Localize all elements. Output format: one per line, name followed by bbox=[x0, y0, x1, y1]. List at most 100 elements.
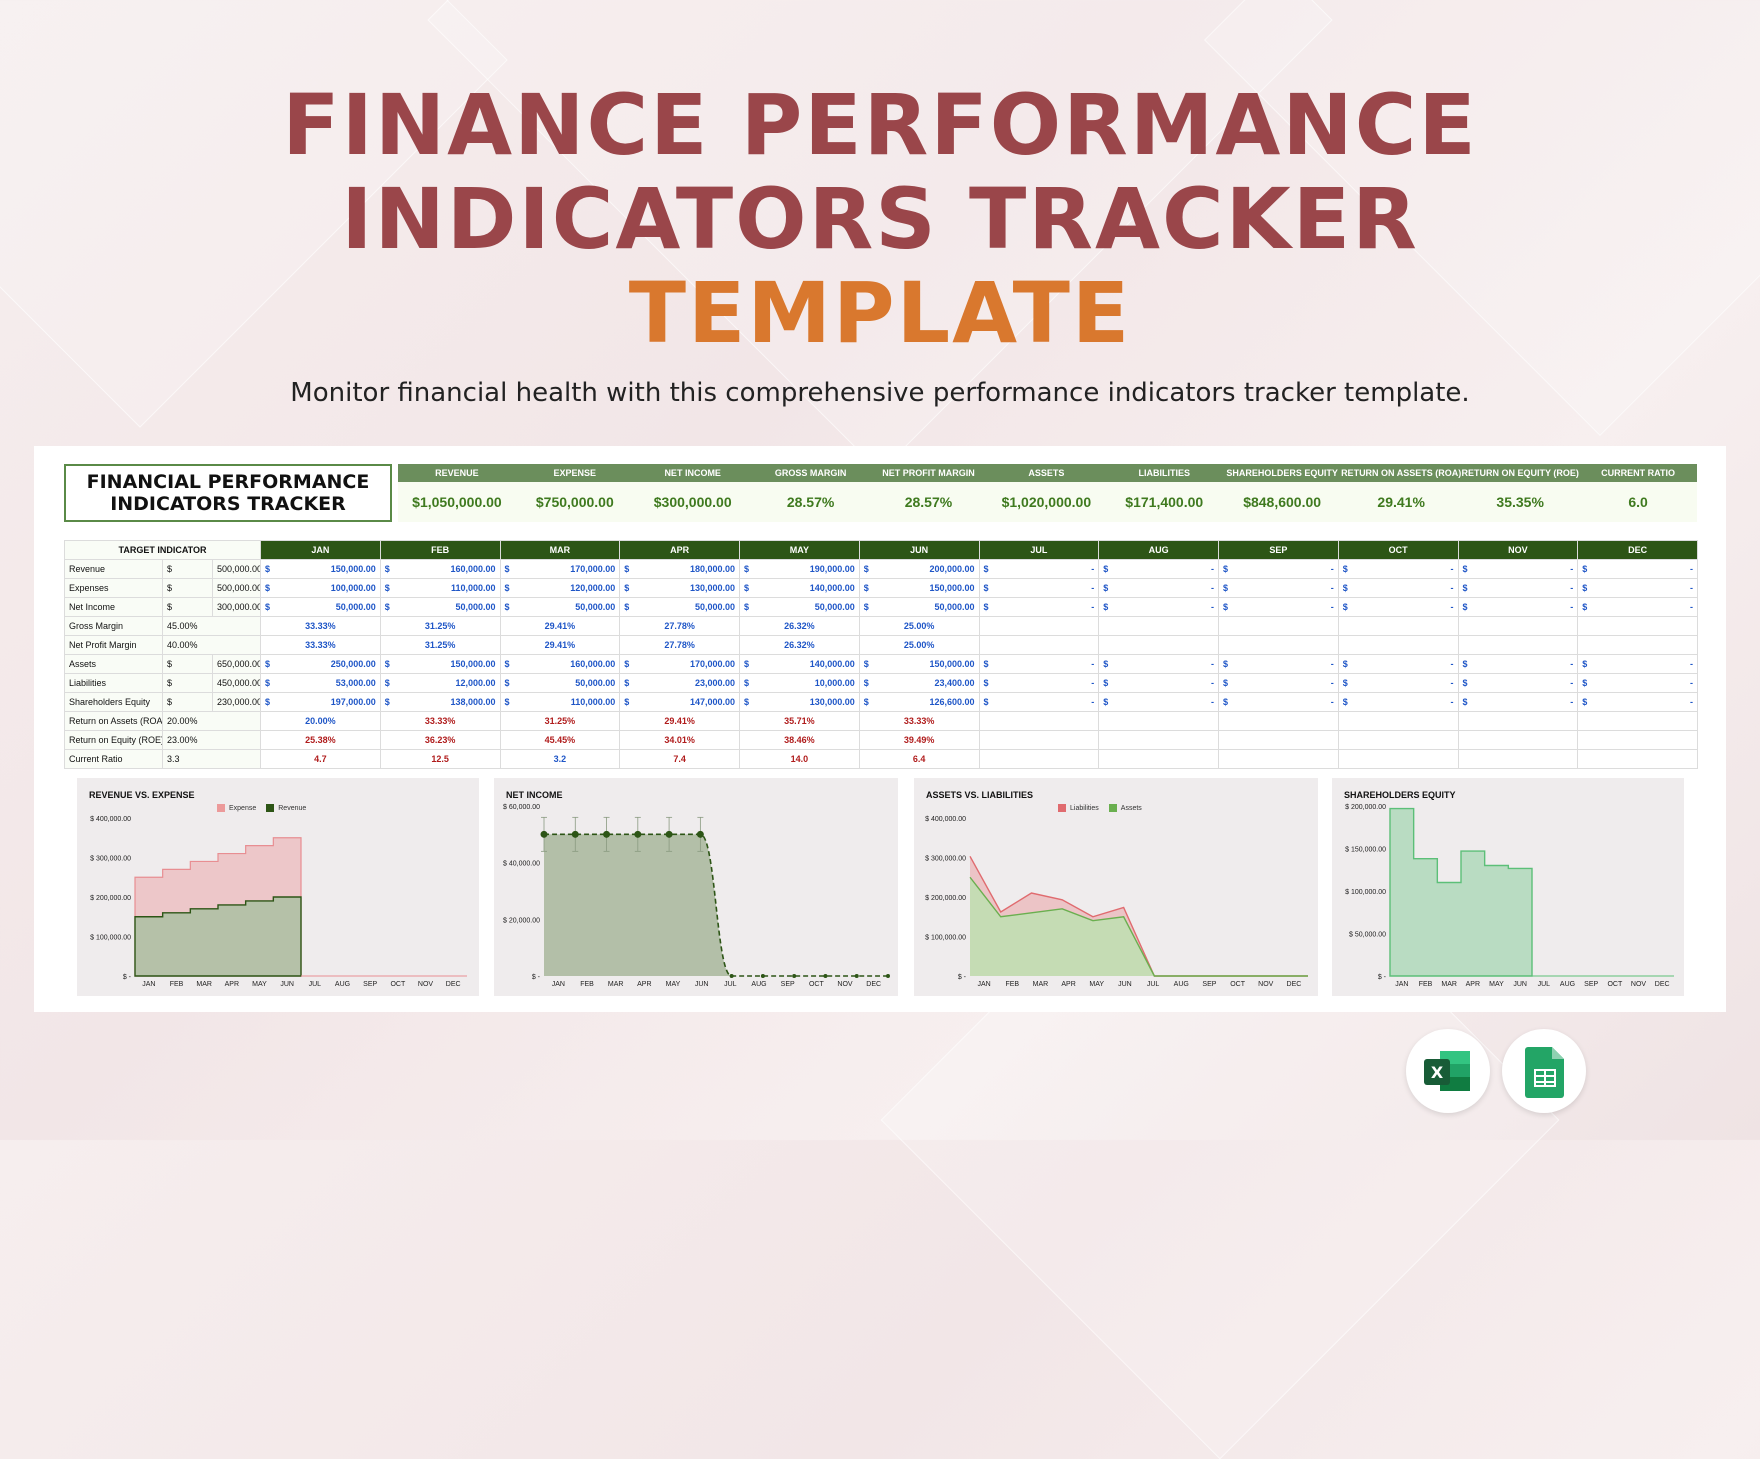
month-cell[interactable] bbox=[1098, 749, 1220, 769]
month-cell[interactable] bbox=[1337, 730, 1459, 750]
month-cell[interactable]: $130,000.00 bbox=[619, 578, 741, 598]
month-cell[interactable]: $ - bbox=[978, 692, 1100, 712]
month-cell[interactable]: $110,000.00 bbox=[499, 692, 621, 712]
month-cell[interactable]: $ - bbox=[978, 559, 1100, 579]
month-cell[interactable]: 29.41% bbox=[499, 635, 621, 655]
month-cell[interactable]: 33.33% bbox=[260, 616, 381, 636]
month-cell[interactable]: $50,000.00 bbox=[619, 597, 741, 617]
month-cell[interactable]: $12,000.00 bbox=[379, 673, 501, 693]
month-cell[interactable]: $ - bbox=[978, 578, 1100, 598]
month-cell[interactable]: 14.0 bbox=[739, 749, 860, 769]
month-cell[interactable]: $ - bbox=[1457, 559, 1579, 579]
month-cell[interactable] bbox=[1098, 635, 1220, 655]
month-cell[interactable]: $250,000.00 bbox=[260, 654, 381, 674]
month-cell[interactable]: $23,000.00 bbox=[619, 673, 741, 693]
target-value[interactable]: 45.00% bbox=[161, 616, 262, 636]
month-cell[interactable]: 20.00% bbox=[260, 711, 381, 731]
month-cell[interactable] bbox=[1577, 635, 1699, 655]
month-cell[interactable]: $ - bbox=[1577, 673, 1699, 693]
month-cell[interactable]: $50,000.00 bbox=[499, 673, 621, 693]
month-cell[interactable]: 7.4 bbox=[619, 749, 741, 769]
month-cell[interactable]: 33.33% bbox=[260, 635, 381, 655]
google-sheets-badge[interactable] bbox=[1502, 1029, 1586, 1113]
month-cell[interactable]: $ - bbox=[1218, 654, 1339, 674]
month-cell[interactable]: 29.41% bbox=[619, 711, 741, 731]
month-cell[interactable] bbox=[1098, 711, 1220, 731]
month-cell[interactable]: 26.32% bbox=[739, 616, 860, 636]
month-cell[interactable]: 31.25% bbox=[379, 635, 501, 655]
month-cell[interactable]: $ - bbox=[1577, 578, 1699, 598]
month-cell[interactable] bbox=[1457, 635, 1579, 655]
month-cell[interactable] bbox=[1098, 616, 1220, 636]
month-cell[interactable] bbox=[1457, 711, 1579, 731]
month-cell[interactable]: $50,000.00 bbox=[499, 597, 621, 617]
month-cell[interactable]: 35.71% bbox=[739, 711, 860, 731]
month-cell[interactable]: $ - bbox=[978, 654, 1100, 674]
month-cell[interactable]: 26.32% bbox=[739, 635, 860, 655]
month-cell[interactable]: $ - bbox=[1218, 692, 1339, 712]
month-cell[interactable] bbox=[978, 749, 1100, 769]
month-cell[interactable]: $ - bbox=[978, 597, 1100, 617]
month-cell[interactable] bbox=[1218, 730, 1339, 750]
month-cell[interactable] bbox=[1337, 635, 1459, 655]
target-value[interactable]: 300,000.00 bbox=[211, 597, 262, 617]
month-cell[interactable]: $110,000.00 bbox=[379, 578, 501, 598]
month-cell[interactable]: 4.7 bbox=[260, 749, 381, 769]
month-cell[interactable]: 25.38% bbox=[260, 730, 381, 750]
month-cell[interactable]: 33.33% bbox=[379, 711, 501, 731]
month-cell[interactable]: 29.41% bbox=[499, 616, 621, 636]
month-cell[interactable]: 12.5 bbox=[379, 749, 501, 769]
month-cell[interactable] bbox=[1098, 730, 1220, 750]
month-cell[interactable]: 3.2 bbox=[499, 749, 621, 769]
month-cell[interactable] bbox=[1337, 711, 1459, 731]
month-cell[interactable]: $140,000.00 bbox=[739, 654, 860, 674]
month-cell[interactable]: 27.78% bbox=[619, 635, 741, 655]
month-cell[interactable]: $170,000.00 bbox=[499, 559, 621, 579]
target-value[interactable]: 650,000.00 bbox=[211, 654, 262, 674]
month-cell[interactable]: $50,000.00 bbox=[260, 597, 381, 617]
month-cell[interactable]: 36.23% bbox=[379, 730, 501, 750]
month-cell[interactable]: $ - bbox=[1577, 654, 1699, 674]
month-cell[interactable]: 33.33% bbox=[858, 711, 980, 731]
month-cell[interactable]: $ - bbox=[1337, 559, 1459, 579]
month-cell[interactable] bbox=[1457, 749, 1579, 769]
month-cell[interactable] bbox=[978, 616, 1100, 636]
month-cell[interactable]: $ - bbox=[1457, 654, 1579, 674]
month-cell[interactable]: $ - bbox=[1457, 692, 1579, 712]
month-cell[interactable]: $50,000.00 bbox=[739, 597, 860, 617]
month-cell[interactable]: 31.25% bbox=[499, 711, 621, 731]
month-cell[interactable]: $150,000.00 bbox=[858, 578, 980, 598]
month-cell[interactable] bbox=[1218, 749, 1339, 769]
month-cell[interactable]: $120,000.00 bbox=[499, 578, 621, 598]
target-value[interactable]: 500,000.00 bbox=[211, 578, 262, 598]
month-cell[interactable]: $ - bbox=[1218, 578, 1339, 598]
month-cell[interactable]: $50,000.00 bbox=[858, 597, 980, 617]
month-cell[interactable]: 25.00% bbox=[858, 616, 980, 636]
month-cell[interactable]: $190,000.00 bbox=[739, 559, 860, 579]
month-cell[interactable]: $180,000.00 bbox=[619, 559, 741, 579]
month-cell[interactable] bbox=[1577, 711, 1699, 731]
month-cell[interactable]: $150,000.00 bbox=[379, 654, 501, 674]
month-cell[interactable]: $ - bbox=[1098, 654, 1220, 674]
target-value[interactable]: 230,000.00 bbox=[211, 692, 262, 712]
month-cell[interactable]: $ - bbox=[1577, 692, 1699, 712]
month-cell[interactable]: 31.25% bbox=[379, 616, 501, 636]
month-cell[interactable]: 25.00% bbox=[858, 635, 980, 655]
month-cell[interactable]: 34.01% bbox=[619, 730, 741, 750]
month-cell[interactable]: $ - bbox=[1337, 654, 1459, 674]
month-cell[interactable]: $140,000.00 bbox=[739, 578, 860, 598]
month-cell[interactable]: $197,000.00 bbox=[260, 692, 381, 712]
target-value[interactable]: 23.00% bbox=[161, 730, 262, 750]
month-cell[interactable] bbox=[978, 711, 1100, 731]
month-cell[interactable]: $ - bbox=[1098, 673, 1220, 693]
month-cell[interactable] bbox=[1457, 616, 1579, 636]
month-cell[interactable] bbox=[978, 730, 1100, 750]
month-cell[interactable]: 45.45% bbox=[499, 730, 621, 750]
month-cell[interactable]: $ - bbox=[1457, 597, 1579, 617]
month-cell[interactable]: $ - bbox=[1457, 578, 1579, 598]
month-cell[interactable]: $ - bbox=[1218, 673, 1339, 693]
month-cell[interactable]: $ - bbox=[1218, 559, 1339, 579]
target-value[interactable]: 500,000.00 bbox=[211, 559, 262, 579]
month-cell[interactable]: $ - bbox=[1337, 692, 1459, 712]
month-cell[interactable]: $ - bbox=[1337, 597, 1459, 617]
